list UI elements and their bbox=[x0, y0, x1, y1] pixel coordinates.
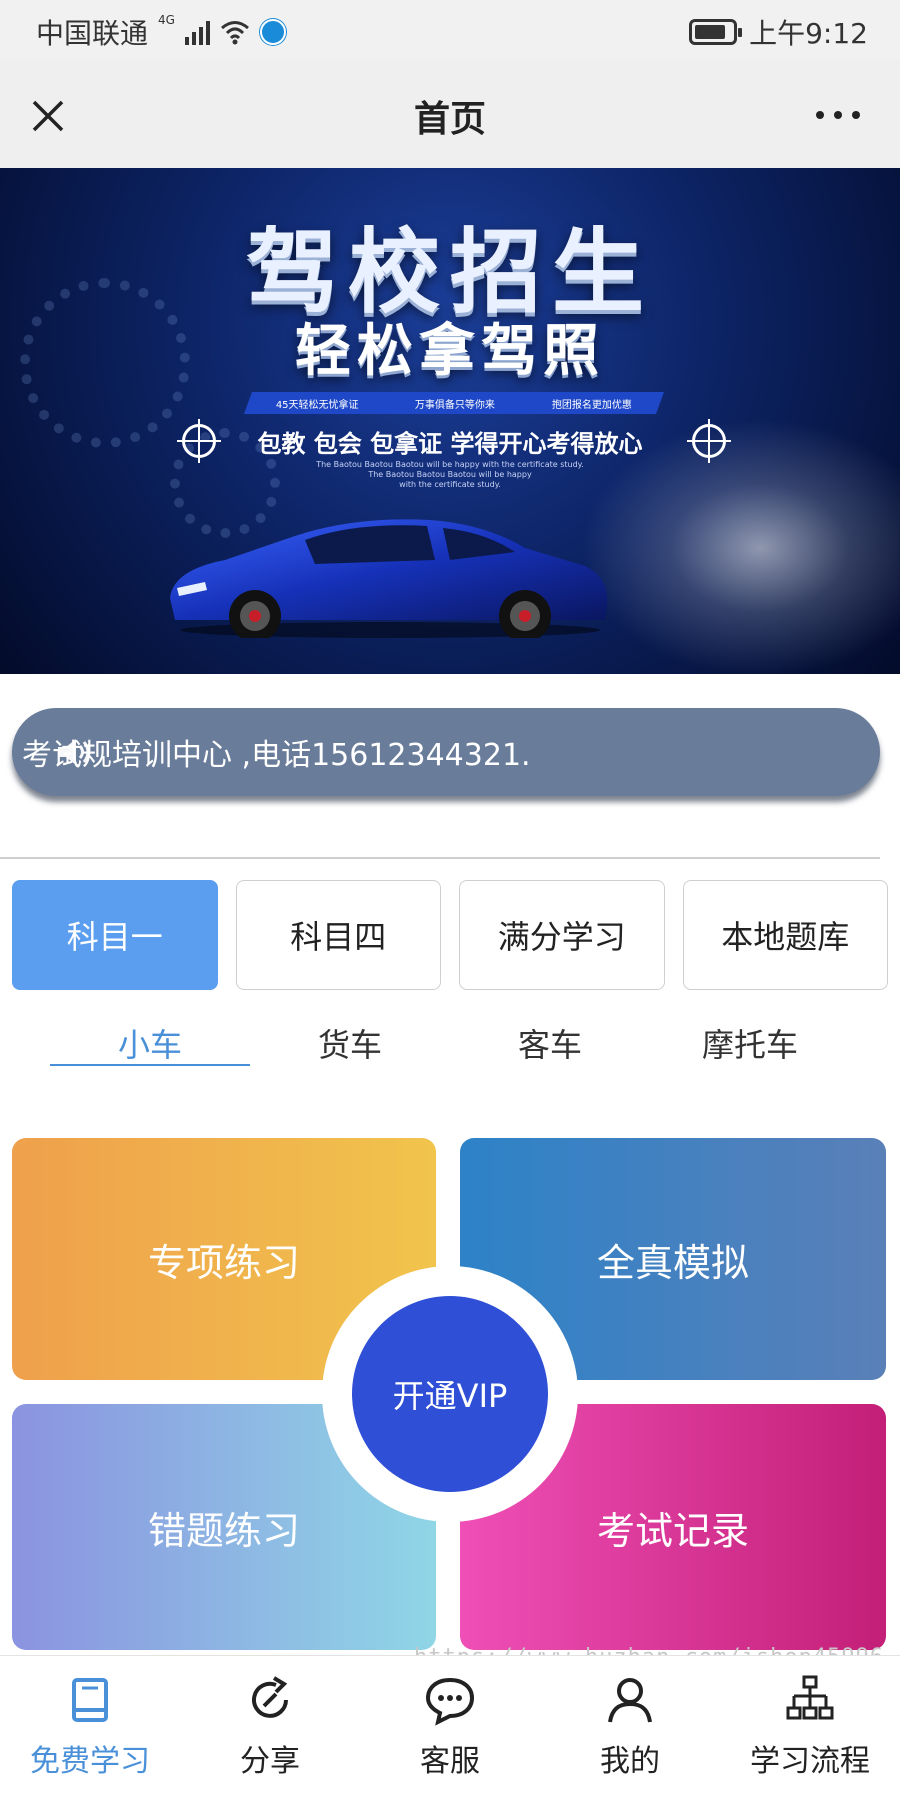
banner-english-line: with the certificate study. bbox=[399, 480, 501, 489]
status-left: 中国联通 4G bbox=[36, 12, 286, 52]
banner-tag: 45天轻松无忧拿证 bbox=[276, 399, 359, 411]
notice-marquee[interactable]: 考试规培训中心 ,电话15612344321. bbox=[12, 708, 880, 796]
battery-icon bbox=[689, 19, 743, 45]
nav-label: 学习流程 bbox=[750, 1744, 870, 1779]
wrong-questions-label: 错题练习 bbox=[147, 1508, 300, 1553]
nav-mine[interactable]: 我的 bbox=[540, 1656, 720, 1800]
tab-subject-one[interactable]: 科目一 bbox=[12, 880, 218, 990]
banner-english-line: The Baotou Baotou Baotou will be happy bbox=[368, 470, 532, 479]
nav-study-process[interactable]: 学习流程 bbox=[720, 1656, 900, 1800]
flowchart-icon bbox=[786, 1675, 834, 1720]
banner-slogan: 包教 包会 包拿证 学得开心考得放心 bbox=[257, 430, 643, 458]
nav-label: 我的 bbox=[600, 1744, 660, 1779]
page: 中国联通 4G 上午9:12 首页 驾校招生 轻松拿驾照 45天轻松无忧拿证 万… bbox=[0, 0, 900, 1800]
nav-share[interactable]: 分享 bbox=[180, 1656, 360, 1800]
exam-records-label: 考试记录 bbox=[596, 1508, 749, 1553]
user-icon bbox=[608, 1678, 652, 1723]
tab-motorcycle[interactable]: 摩托车 bbox=[650, 1020, 850, 1066]
subject-tabs: 科目一 科目四 满分学习 本地题库 bbox=[12, 880, 888, 990]
banner-tag: 万事俱备只等你来 bbox=[415, 399, 496, 411]
nav-customer-service[interactable]: 客服 bbox=[360, 1656, 540, 1800]
signal-icon bbox=[184, 19, 210, 45]
notice-text: 考试规培训中心 ,电话15612344321. bbox=[22, 738, 531, 773]
bottom-nav: 免费学习 分享 客服 我的 学习流程 bbox=[0, 1655, 900, 1800]
book-icon bbox=[72, 1678, 108, 1722]
wifi-icon bbox=[220, 21, 249, 45]
banner-subtitle: 轻松拿驾照 bbox=[295, 319, 605, 384]
tab-subject-four[interactable]: 科目四 bbox=[235, 880, 441, 990]
tab-local-question-bank[interactable]: 本地题库 bbox=[682, 880, 888, 990]
banner-tag: 抱团报名更加优惠 bbox=[551, 399, 632, 411]
network-type: 4G bbox=[158, 13, 175, 27]
status-bar: 中国联通 4G 上午9:12 bbox=[0, 0, 900, 60]
page-title: 首页 bbox=[413, 99, 486, 140]
chat-icon bbox=[425, 1677, 475, 1726]
share-icon bbox=[252, 1676, 288, 1718]
nav-label: 免费学习 bbox=[30, 1744, 150, 1779]
tab-bus[interactable]: 客车 bbox=[450, 1020, 650, 1066]
open-vip-button[interactable]: 开通VIP bbox=[352, 1296, 548, 1492]
banner-tags: 45天轻松无忧拿证 万事俱备只等你来 抱团报名更加优惠 bbox=[243, 392, 665, 414]
nav-label: 分享 bbox=[240, 1744, 300, 1779]
car-image bbox=[170, 519, 608, 638]
banner-english-text: The Baotou Baotou Baotou will be happy w… bbox=[0, 460, 900, 490]
status-right: 上午9:12 bbox=[689, 12, 868, 52]
header-bar: 首页 bbox=[0, 60, 900, 168]
banner-english-line: The Baotou Baotou Baotou will be happy w… bbox=[316, 460, 584, 469]
tab-full-score-study[interactable]: 满分学习 bbox=[459, 880, 665, 990]
vehicle-tabs: 小车 货车 客车 摩托车 bbox=[50, 1020, 850, 1090]
browser-globe-icon bbox=[259, 19, 286, 45]
nav-label: 客服 bbox=[420, 1744, 480, 1779]
nav-free-study[interactable]: 免费学习 bbox=[0, 1656, 180, 1800]
speaker-icon bbox=[58, 739, 90, 765]
clock-time: 上午9:12 bbox=[749, 17, 868, 50]
carrier-label: 中国联通 bbox=[36, 17, 149, 50]
more-icon[interactable] bbox=[816, 108, 860, 122]
full-simulation-label: 全真模拟 bbox=[596, 1240, 749, 1285]
tab-car[interactable]: 小车 bbox=[50, 1020, 250, 1066]
special-practice-label: 专项练习 bbox=[147, 1240, 300, 1285]
promo-banner[interactable]: 驾校招生 轻松拿驾照 45天轻松无忧拿证 万事俱备只等你来 抱团报名更加优惠 包… bbox=[0, 168, 900, 674]
tab-truck[interactable]: 货车 bbox=[250, 1020, 450, 1066]
section-divider bbox=[0, 857, 880, 859]
open-vip-label: 开通VIP bbox=[392, 1377, 508, 1415]
crosshair-icon bbox=[692, 424, 726, 458]
